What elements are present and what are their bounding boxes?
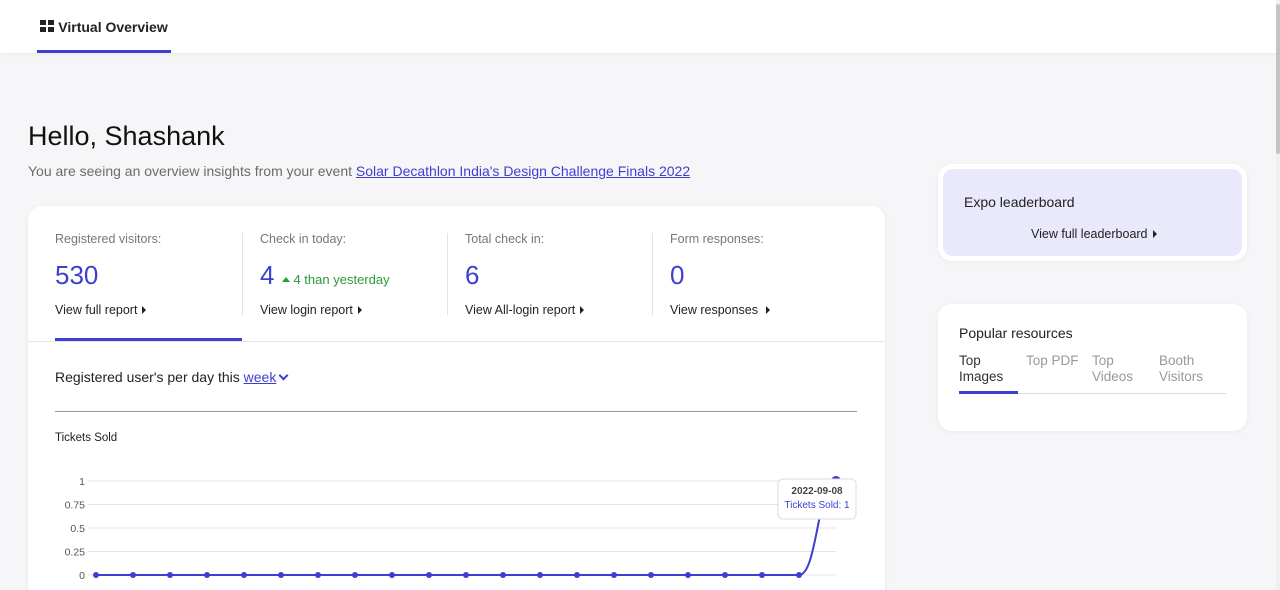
link-label: View full report — [55, 303, 138, 317]
scrollbar-thumb[interactable] — [1276, 4, 1280, 154]
stat-label: Check in today: — [260, 232, 347, 246]
stat-divider — [242, 233, 243, 315]
y-tick-label: 0.5 — [70, 523, 85, 535]
chart-heading: Registered user's per day this week — [55, 369, 289, 385]
view-full-report-link[interactable]: View full report — [55, 303, 147, 317]
stat-label: Registered visitors: — [55, 232, 162, 246]
arrow-up-icon — [282, 277, 291, 282]
view-all-login-report-link[interactable]: View All-login report — [465, 303, 585, 317]
stat-delta: 4 than yesterday — [282, 272, 390, 287]
popular-resources-card: Popular resources Top Images Top PDF Top V… — [938, 304, 1247, 431]
tooltip-value: Tickets Sold: 1 — [784, 500, 850, 511]
tab-top-videos[interactable]: Top Videos — [1092, 353, 1133, 385]
link-label: View responses — [670, 303, 759, 317]
stat-label: Form responses: — [670, 232, 764, 246]
data-point — [93, 572, 99, 578]
data-point — [241, 572, 247, 578]
page-subtitle: You are seeing an overview insights from… — [28, 163, 690, 179]
data-point — [648, 572, 654, 578]
period-label: week — [243, 369, 277, 385]
tab-label: Virtual Overview — [58, 18, 168, 35]
view-responses-link[interactable]: View responses — [670, 303, 771, 317]
link-label: View login report — [260, 303, 353, 317]
delta-text: 4 than yesterday — [293, 272, 390, 287]
chart-heading-text: Registered user's per day this — [55, 369, 244, 385]
stat-value: 530 — [55, 260, 99, 290]
data-point — [574, 572, 580, 578]
period-dropdown[interactable]: week — [243, 369, 289, 385]
section-divider — [28, 341, 885, 342]
stat-value: 6 — [465, 260, 480, 290]
tab-label: Top — [959, 353, 981, 368]
data-point — [759, 572, 765, 578]
stat-value: 0 — [670, 260, 685, 290]
data-point — [167, 572, 173, 578]
tab-label: Booth — [1159, 353, 1195, 368]
data-point — [685, 572, 691, 578]
link-label: View full leaderboard — [1031, 227, 1148, 241]
y-tick-label: 0.25 — [65, 547, 86, 559]
data-point — [463, 572, 469, 578]
data-point — [796, 572, 802, 578]
data-point — [426, 572, 432, 578]
popular-resources-title: Popular resources — [959, 325, 1073, 341]
active-tab-indicator — [959, 391, 1018, 394]
stat-label: Total check in: — [465, 232, 545, 246]
stat-form-responses: Form responses: 0 View responses — [670, 232, 856, 319]
y-tick-label: 0 — [79, 570, 85, 582]
tab-label: Videos — [1092, 369, 1134, 384]
tooltip-date: 2022-09-08 — [791, 486, 843, 497]
tickets-sold-chart: Tickets Sold 1 0.75 0.5 0.25 0 2022-09-08 Ticke… — [55, 432, 857, 582]
event-link[interactable]: Solar Decathlon India's Design Challenge… — [356, 163, 690, 179]
tab-label: Visitors — [1159, 369, 1204, 384]
expo-leaderboard-card: Expo leaderboard View full leaderboard — [938, 164, 1247, 261]
data-point — [315, 572, 321, 578]
view-full-leaderboard-link[interactable]: View full leaderboard — [1031, 227, 1157, 241]
view-login-report-link[interactable]: View login report — [260, 303, 362, 317]
y-tick-label: 0.75 — [65, 500, 86, 512]
data-point — [500, 572, 506, 578]
tab-booth-visitors[interactable]: Booth Visitors — [1159, 353, 1203, 385]
expo-leaderboard-panel: Expo leaderboard View full leaderboard — [943, 169, 1242, 256]
chevron-down-icon — [278, 370, 289, 381]
caret-right-icon — [142, 306, 147, 314]
data-point — [352, 572, 358, 578]
caret-right-icon — [580, 306, 585, 314]
chart-title: Tickets Sold — [55, 432, 117, 444]
stat-registered-visitors: Registered visitors: 530 View full repor… — [55, 232, 241, 319]
dashboard-grid-icon — [40, 20, 55, 32]
subtitle-text: You are seeing an overview insights from… — [28, 163, 356, 179]
stat-divider — [447, 233, 448, 315]
tab-virtual-overview[interactable]: Virtual Overview — [37, 0, 171, 53]
stat-total-check-in: Total check in: 6 View All-login report — [465, 232, 651, 319]
data-point — [537, 572, 543, 578]
top-nav-bar: Virtual Overview — [0, 0, 1276, 53]
stat-check-in-today: Check in today: 4 4 than yesterday View l… — [260, 232, 446, 319]
tab-label: Top — [1092, 353, 1114, 368]
data-point — [722, 572, 728, 578]
page-scrollbar[interactable] — [1276, 0, 1280, 590]
caret-right-icon — [766, 306, 771, 314]
tab-label: Images — [959, 369, 1004, 384]
caret-right-icon — [357, 306, 362, 314]
link-label: View All-login report — [465, 303, 576, 317]
y-tick-label: 1 — [79, 476, 85, 488]
tab-top-images[interactable]: Top Images — [959, 353, 1003, 385]
data-point — [278, 572, 284, 578]
tab-top-pdf[interactable]: Top PDF — [1026, 353, 1079, 369]
page-title: Hello, Shashank — [28, 121, 225, 151]
chart-separator — [55, 411, 857, 412]
caret-right-icon — [1152, 230, 1157, 238]
resource-tabs: Top Images Top PDF Top Videos Booth Visitor… — [959, 353, 1226, 394]
stat-value: 4 — [260, 260, 275, 290]
tab-label: Top PDF — [1026, 353, 1079, 368]
expo-title: Expo leaderboard — [964, 194, 1075, 210]
data-point — [389, 572, 395, 578]
data-point — [130, 572, 136, 578]
stat-divider — [652, 233, 653, 315]
data-point — [204, 572, 210, 578]
tooltip-box — [777, 478, 857, 520]
data-point — [611, 572, 617, 578]
insights-card: Registered visitors: 530 View full repor… — [28, 206, 885, 590]
